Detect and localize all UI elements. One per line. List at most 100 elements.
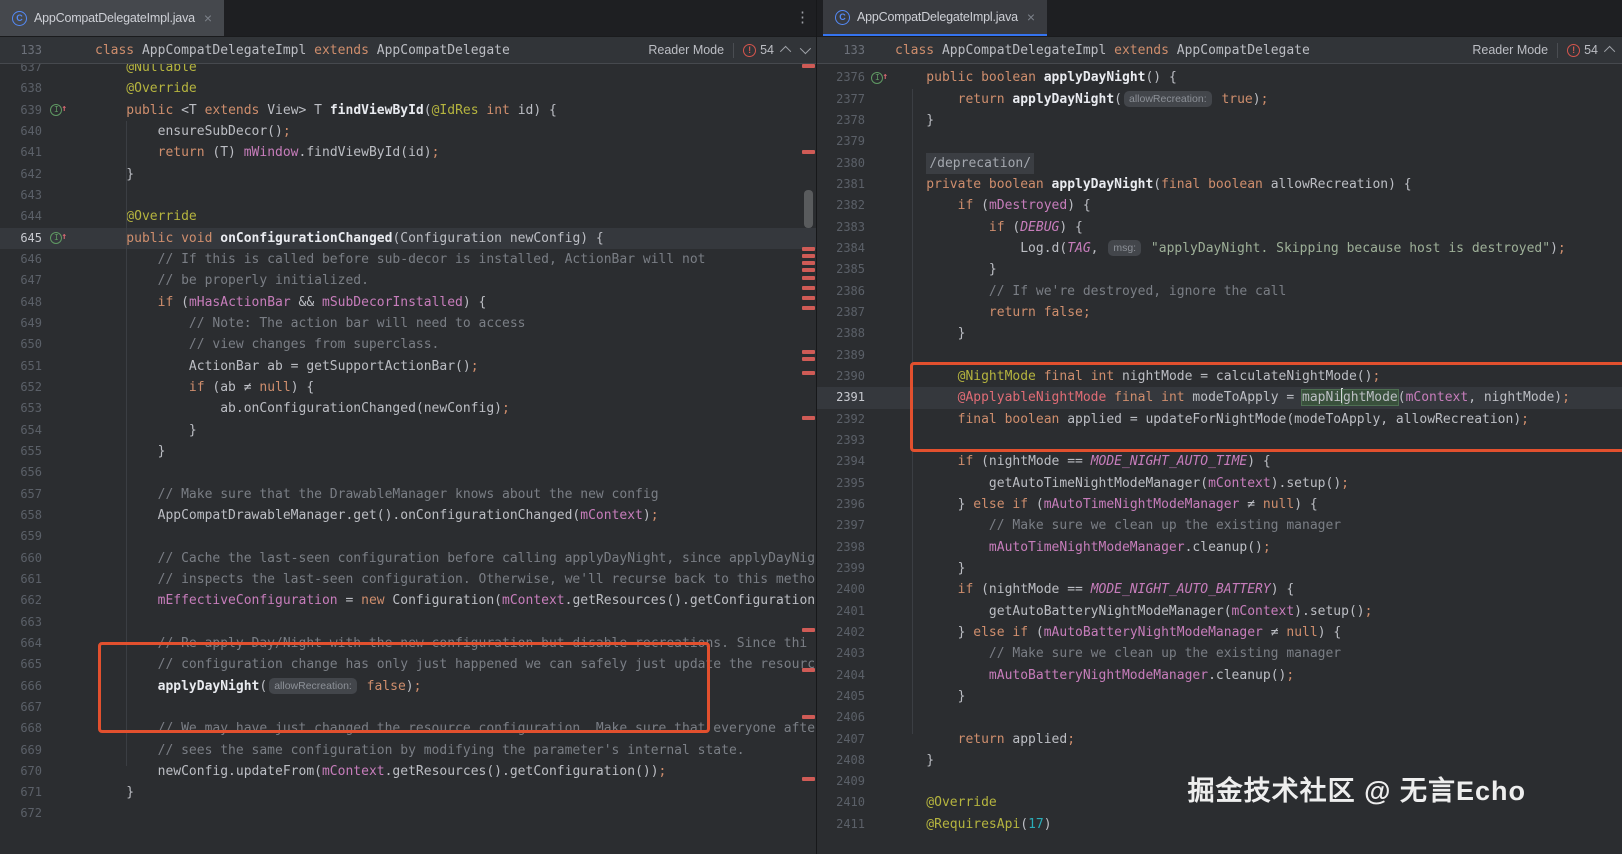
gutter-icon-column (865, 89, 889, 110)
code-line: 2398 mAutoTimeNightModeManager.cleanup()… (817, 537, 1622, 558)
gutter-icon-column (865, 494, 889, 515)
line-number: 2379 (836, 134, 865, 149)
code-line: 655 } (0, 441, 816, 462)
overrides-method-icon[interactable] (50, 227, 67, 249)
code-line: 2394 if (nightMode == MODE_NIGHT_AUTO_TI… (817, 451, 1622, 472)
code-text: getAutoTimeNightModeManager(mContext).se… (895, 475, 1349, 491)
overrides-method-icon[interactable] (871, 67, 888, 88)
line-number: 657 (20, 486, 42, 501)
code-text: // be properly initialized. (95, 273, 369, 289)
code-text: ensureSubDecor(); (95, 123, 291, 139)
gutter-icon-column (865, 601, 889, 622)
watermark: 掘金技术社区 @ 无言Echo (1187, 776, 1526, 806)
gutter-icon-column (865, 409, 889, 430)
code-line: 2376 public boolean applyDayNight() { (817, 67, 1622, 88)
error-stripe-mark[interactable] (802, 276, 815, 280)
gutter-icon-column (865, 366, 889, 387)
error-stripe-mark[interactable] (802, 715, 815, 719)
editor-options-icon[interactable]: ⋮ (795, 8, 810, 28)
code-text: } (895, 560, 966, 576)
code-line: 659 (0, 526, 816, 547)
gutter-icon-column (42, 78, 70, 99)
code-editor-left[interactable]: 637 @Nullable638 @Override639 public <T … (0, 57, 816, 825)
error-badge[interactable]: ! 54 (743, 43, 774, 57)
line-number: 2411 (836, 816, 865, 831)
error-stripe-mark[interactable] (802, 268, 815, 272)
code-line: 2388 } (817, 323, 1622, 344)
error-stripe-mark[interactable] (802, 371, 815, 375)
error-stripe-mark[interactable] (802, 416, 815, 420)
code-line: 2393 (817, 430, 1622, 451)
gutter-icon-column (865, 259, 889, 280)
gutter-icon-column (865, 387, 889, 408)
line-number: 2403 (836, 646, 865, 661)
code-line: 646 // If this is called before sub-deco… (0, 249, 816, 270)
gutter-icon-column (865, 281, 889, 302)
gutter-icon-column (42, 398, 70, 419)
gutter-icon-column (42, 569, 70, 590)
code-line: 2402 } else if (mAutoBatteryNightModeMan… (817, 622, 1622, 643)
code-text: // Make sure we clean up the existing ma… (895, 646, 1342, 662)
line-number: 2386 (836, 283, 865, 298)
error-icon: ! (743, 43, 757, 57)
error-stripe-mark[interactable] (802, 306, 815, 310)
error-stripe-mark[interactable] (802, 296, 815, 300)
code-text: } else if (mAutoTimeNightModeManager ≠ n… (895, 496, 1318, 512)
previous-error-icon[interactable] (1603, 45, 1616, 58)
code-line: 645 public void onConfigurationChanged(C… (0, 227, 816, 249)
gutter-icon-column (42, 206, 70, 227)
code-text: // If this is called before sub-decor is… (95, 251, 706, 267)
gutter-icon-column (42, 654, 70, 675)
code-line: 2411 @RequiresApi(17) (817, 814, 1622, 835)
error-stripe-mark[interactable] (802, 350, 815, 354)
error-stripe-mark[interactable] (802, 357, 815, 361)
code-editor-right[interactable]: 2375 @Override2376 public boolean applyD… (817, 46, 1622, 835)
gutter-icon-column (42, 227, 70, 249)
sticky-header-left[interactable]: 133 class AppCompatDelegateImpl extends … (0, 36, 816, 64)
error-stripe-mark[interactable] (802, 261, 815, 265)
indent-guide (126, 121, 127, 766)
gutter-icon-column (865, 217, 889, 238)
line-number: 2406 (836, 710, 865, 725)
gutter-icon-column (865, 238, 889, 259)
close-tab-icon[interactable]: × (1027, 10, 1035, 24)
error-stripe-mark[interactable] (802, 628, 815, 632)
tab-appcompatdelegateimpl-right[interactable]: C AppCompatDelegateImpl.java × (823, 0, 1048, 36)
gutter-icon-column (865, 67, 889, 88)
error-stripe-mark[interactable] (802, 247, 815, 251)
error-stripe-mark[interactable] (802, 286, 815, 290)
error-stripe-mark[interactable] (802, 777, 815, 781)
tab-appcompatdelegateimpl-left[interactable]: C AppCompatDelegateImpl.java × (0, 0, 225, 36)
code-text: } (95, 443, 166, 459)
sticky-header-right[interactable]: 133 class AppCompatDelegateImpl extends … (817, 36, 1622, 64)
sticky-code: class AppCompatDelegateImpl extends AppC… (95, 42, 510, 58)
previous-error-icon[interactable] (779, 45, 792, 58)
code-line: 663 (0, 612, 816, 633)
gutter-icon-column (865, 174, 889, 195)
code-line: 651 ActionBar ab = getSupportActionBar()… (0, 356, 816, 377)
line-number: 659 (20, 529, 42, 544)
editor-pane-right: C AppCompatDelegateImpl.java × 133 class… (816, 0, 1622, 854)
error-stripe-mark[interactable] (802, 668, 815, 672)
code-line: 2399 } (817, 558, 1622, 579)
close-tab-icon[interactable]: × (204, 11, 212, 25)
gutter-icon-column (42, 99, 70, 121)
folded-region[interactable]: /deprecation/ (926, 152, 1035, 174)
gutter-icon-column (865, 131, 889, 152)
scrollbar-thumb[interactable] (804, 190, 813, 228)
reader-mode-button[interactable]: Reader Mode (1472, 43, 1548, 57)
error-stripe-mark[interactable] (802, 150, 815, 154)
reader-mode-button[interactable]: Reader Mode (648, 43, 724, 57)
error-badge[interactable]: ! 54 (1567, 43, 1598, 57)
code-text: // inspects the last-seen configuration.… (95, 571, 816, 587)
error-stripe-mark[interactable] (802, 64, 815, 68)
overrides-method-icon[interactable] (50, 99, 67, 121)
line-number: 2392 (836, 411, 865, 426)
next-error-icon[interactable] (799, 42, 812, 55)
line-number: 645 (20, 230, 42, 245)
code-text: @NightMode final int nightMode = calcula… (895, 368, 1381, 384)
code-line: 2395 getAutoTimeNightModeManager(mContex… (817, 473, 1622, 494)
error-stripe-mark[interactable] (802, 254, 815, 258)
code-text: } (895, 262, 997, 278)
code-text: @Override (895, 795, 997, 811)
